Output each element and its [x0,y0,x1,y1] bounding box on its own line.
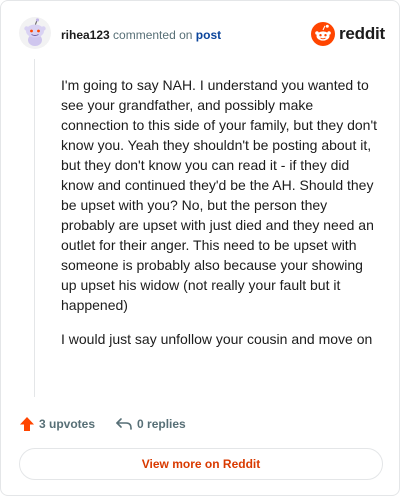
user-avatar[interactable] [19,17,51,49]
upvotes-count: 3 upvotes [39,417,96,431]
comment-paragraph: I'm going to say NAH. I understand you w… [61,77,378,313]
replies-button[interactable]: 0 replies [115,416,186,432]
reddit-wordmark: reddit [339,24,386,43]
upvote-arrow-icon [20,417,34,431]
upvotes-button[interactable]: 3 upvotes [19,416,95,432]
embedded-comment-card: rihea123 commented on post reddit I'm go… [0,0,400,496]
thread-line [34,59,35,397]
reddit-snoo-icon [311,22,335,46]
reddit-logo[interactable]: reddit [311,21,385,47]
snoo-avatar-icon [19,17,51,49]
comment-paragraph: I would just say unfollow your cousin an… [61,331,373,347]
commented-on-text: commented on [113,28,193,42]
comment-body: I'm going to say NAH. I understand you w… [61,75,379,363]
post-link[interactable]: post [196,28,221,42]
view-more-button[interactable]: View more on Reddit [19,448,383,480]
reply-arrow-icon [116,418,132,430]
comment-header: rihea123 commented on post [61,28,221,42]
replies-count: 0 replies [137,417,186,431]
username-link[interactable]: rihea123 [61,28,110,42]
comment-actions: 3 upvotes 0 replies [19,415,186,433]
